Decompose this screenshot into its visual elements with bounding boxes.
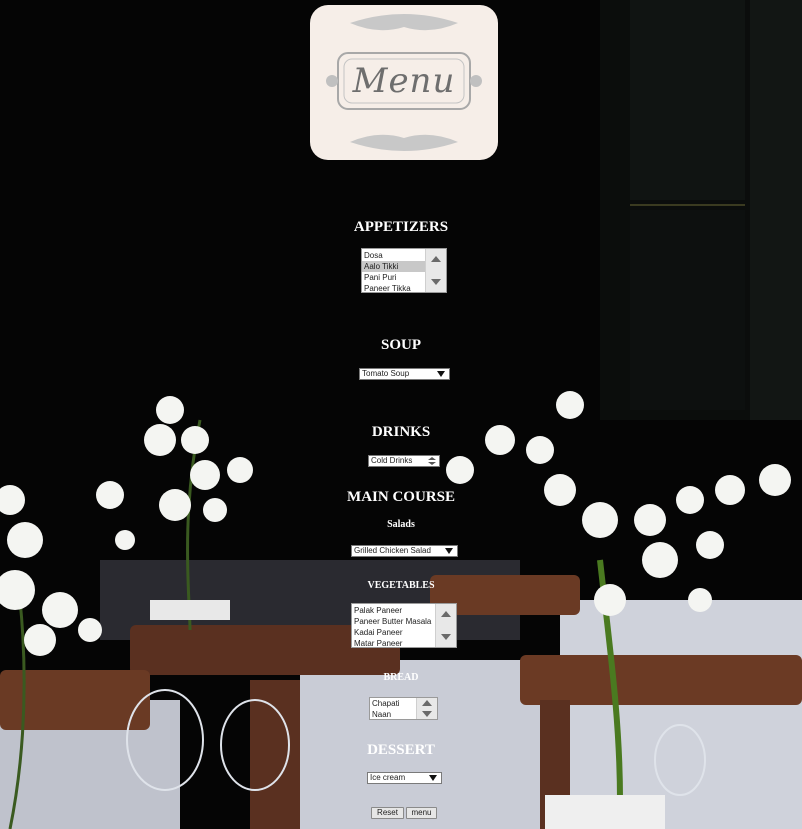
appetizer-option[interactable]: Dosa — [362, 250, 426, 261]
chevron-down-icon — [437, 371, 445, 377]
bread-label: BREAD — [383, 672, 419, 683]
appetizers-listbox[interactable]: Dosa Aalo Tikki Pani Puri Paneer Tikka — [361, 248, 447, 293]
appetizer-option[interactable]: Pani Puri — [362, 272, 426, 283]
scroll-down-arrow-icon[interactable] — [431, 279, 441, 285]
menu-logo-text: Menu — [352, 61, 456, 101]
scroll-up-arrow-icon[interactable] — [431, 256, 441, 262]
drinks-select[interactable]: Cold Drinks — [368, 455, 440, 467]
salads-select-value: Grilled Chicken Salad — [354, 546, 431, 555]
chevron-down-icon — [445, 548, 453, 554]
soup-heading: SOUP — [380, 337, 421, 353]
soup-select[interactable]: Tomato Soup — [359, 368, 450, 380]
bread-option[interactable]: Chapati — [370, 698, 418, 709]
scroll-up-arrow-icon[interactable] — [441, 611, 451, 617]
bread-option[interactable]: Naan — [370, 709, 418, 719]
scroll-down-arrow-icon[interactable] — [441, 634, 451, 640]
vegetable-option[interactable]: Palak Paneer — [352, 605, 436, 616]
appetizers-heading: APPETIZERS — [353, 219, 449, 235]
drinks-select-value: Cold Drinks — [371, 456, 413, 465]
bread-scrollbar[interactable] — [416, 698, 437, 719]
updown-arrows-icon — [428, 457, 436, 465]
vegetable-option[interactable]: Kadai Paneer — [352, 627, 436, 638]
chevron-down-icon — [429, 775, 437, 781]
dessert-select-value: Ice cream — [370, 773, 406, 782]
vegetable-option[interactable]: Matar Paneer — [352, 638, 436, 647]
bread-listbox[interactable]: Chapati Naan — [369, 697, 438, 720]
vegetable-option[interactable]: Paneer Butter Masala — [352, 616, 436, 627]
appetizers-scrollbar[interactable] — [425, 249, 446, 292]
drinks-heading: DRINKS — [371, 424, 431, 440]
reset-button[interactable]: Reset — [371, 807, 404, 819]
menu-logo: Menu — [310, 5, 498, 160]
menu-button[interactable]: menu — [406, 807, 437, 819]
dessert-heading: DESSERT — [367, 742, 435, 758]
main-course-heading: MAIN COURSE — [347, 489, 455, 505]
appetizer-option-selected[interactable]: Aalo Tikki — [362, 261, 426, 272]
salads-label: Salads — [387, 519, 415, 530]
scroll-down-arrow-icon[interactable] — [422, 711, 432, 717]
vegetables-scrollbar[interactable] — [435, 604, 456, 647]
vegetables-listbox[interactable]: Palak Paneer Paneer Butter Masala Kadai … — [351, 603, 457, 648]
vegetables-label: VEGETABLES — [367, 580, 435, 591]
dessert-select[interactable]: Ice cream — [367, 772, 442, 784]
appetizer-option[interactable]: Paneer Tikka — [362, 283, 426, 292]
scroll-up-arrow-icon[interactable] — [422, 700, 432, 706]
salads-select[interactable]: Grilled Chicken Salad — [351, 545, 458, 557]
soup-select-value: Tomato Soup — [362, 369, 410, 378]
